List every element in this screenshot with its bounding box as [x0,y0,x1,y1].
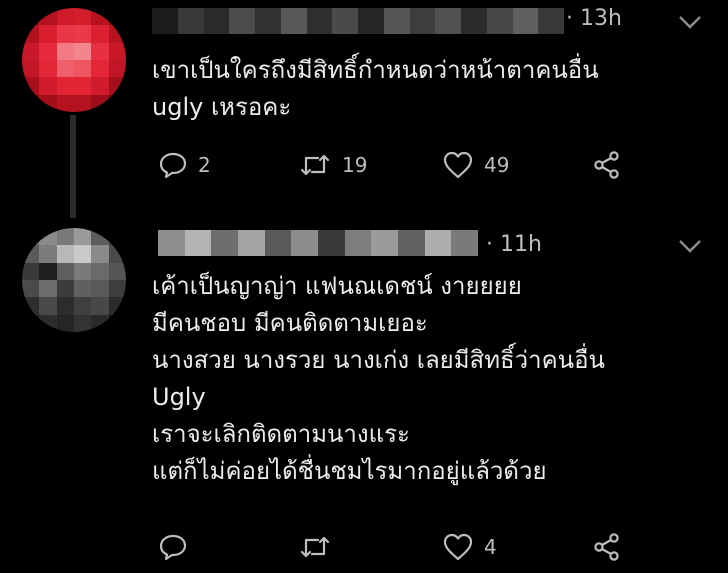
reply-count: 2 [198,153,211,177]
blurred-username[interactable] [158,230,479,256]
like-button[interactable]: 49 [442,148,509,182]
tweet-actions: 4 [152,530,652,564]
tweet-actions: 2 19 49 [152,148,652,182]
tweet-line: นางสวย นางรวย นางเก่ง เลยมีสิทธิ์ว่าคนอื… [152,346,605,374]
like-icon [443,151,473,179]
avatar[interactable] [22,228,126,332]
tweet-line: แต่ก็ไม่ค่อยได้ชื่นชมไรมากอยู่แล้วด้วย [152,457,547,485]
tweet-header: · 11h [152,230,712,260]
tweet-line: เค้าเป็นญาญ่า แฟนณเดชน์ งายยยย [152,272,522,300]
share-icon [594,533,619,561]
tweet-line: มีคนชอบ มีคนติดตามเยอะ [152,309,428,337]
reply-icon [159,152,187,179]
tweet[interactable]: · 11h เค้าเป็นญาญ่า แฟนณเดชน์ งายยยยมีคน… [0,218,728,573]
tweet-line: Ugly [152,383,206,411]
tweet-line: เราจะเลิกติดตามนางแระ [152,420,410,448]
retweet-icon [300,536,330,558]
share-button[interactable] [592,530,622,564]
retweet-button[interactable] [298,530,342,564]
blurred-username[interactable] [152,8,564,34]
tweet-header: · 13h [152,6,712,38]
like-button[interactable]: 4 [442,530,497,564]
tweet-text: เค้าเป็นญาญ่า แฟนณเดชน์ งายยยยมีคนชอบ มี… [152,268,605,490]
retweet-count: 19 [342,153,368,177]
chevron-down-icon[interactable] [676,236,704,256]
thread-line [70,115,76,218]
tweet[interactable]: · 13h เขาเป็นใครถึงมีสิทธิ์กำหนดว่าหน้าต… [0,0,728,218]
share-icon [594,151,619,179]
timestamp[interactable]: · 11h [486,232,542,257]
reply-icon [159,534,187,561]
timestamp[interactable]: · 13h [566,6,622,31]
reply-button[interactable]: 2 [158,148,211,182]
like-count: 49 [484,153,510,177]
tweet-line: เขาเป็นใครถึงมีสิทธิ์กำหนดว่าหน้าตาคนอื่… [152,56,599,84]
tweet-text: เขาเป็นใครถึงมีสิทธิ์กำหนดว่าหน้าตาคนอื่… [152,52,599,126]
reply-button[interactable] [158,530,198,564]
avatar[interactable] [22,8,126,112]
like-icon [443,533,473,561]
chevron-down-icon[interactable] [676,12,704,32]
share-button[interactable] [592,148,622,182]
like-count: 4 [484,535,497,559]
retweet-button[interactable]: 19 [298,148,367,182]
tweet-line: ugly เหรอคะ [152,93,292,121]
retweet-icon [300,154,330,176]
